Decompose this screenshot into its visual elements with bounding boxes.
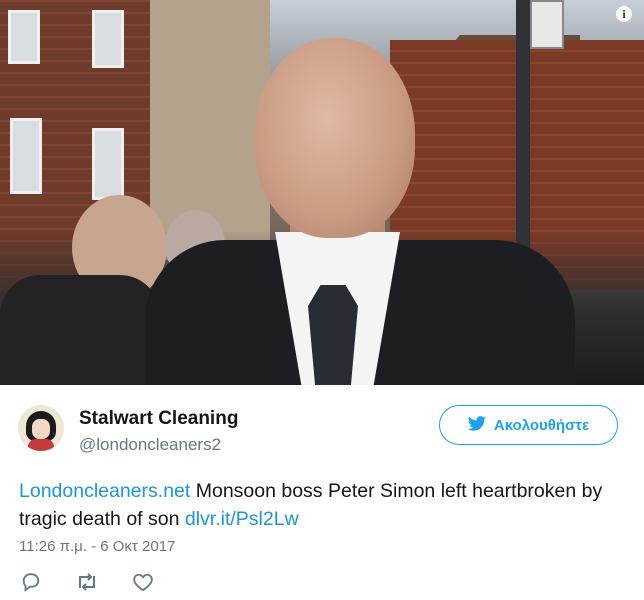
tweet-link-domain[interactable]: Londoncleaners.net bbox=[19, 480, 190, 502]
reply-icon[interactable] bbox=[18, 569, 44, 595]
heart-icon[interactable] bbox=[130, 569, 156, 595]
bystander-body bbox=[0, 275, 160, 385]
man-head bbox=[255, 38, 415, 238]
tweet-text: Londoncleaners.net Monsoon boss Peter Si… bbox=[19, 477, 629, 533]
avatar[interactable] bbox=[18, 405, 64, 451]
tweet-short-link[interactable]: dlvr.it/Psl2Lw bbox=[185, 508, 299, 530]
info-icon[interactable]: i bbox=[616, 6, 632, 22]
tweet-photo[interactable]: i bbox=[0, 0, 644, 385]
tweet-timestamp[interactable]: 11:26 π.μ. - 6 Οκτ 2017 bbox=[19, 538, 175, 555]
follow-button[interactable]: Ακολουθήστε bbox=[439, 405, 618, 445]
follow-button-label: Ακολουθήστε bbox=[493, 416, 590, 434]
street-sign bbox=[530, 0, 564, 49]
twitter-bird-icon bbox=[467, 415, 486, 435]
man-tie bbox=[308, 285, 358, 385]
retweet-icon[interactable] bbox=[74, 569, 100, 595]
tweet-actions bbox=[18, 569, 186, 595]
user-handle[interactable]: @londoncleaners2 bbox=[79, 435, 221, 455]
display-name[interactable]: Stalwart Cleaning bbox=[79, 408, 238, 430]
